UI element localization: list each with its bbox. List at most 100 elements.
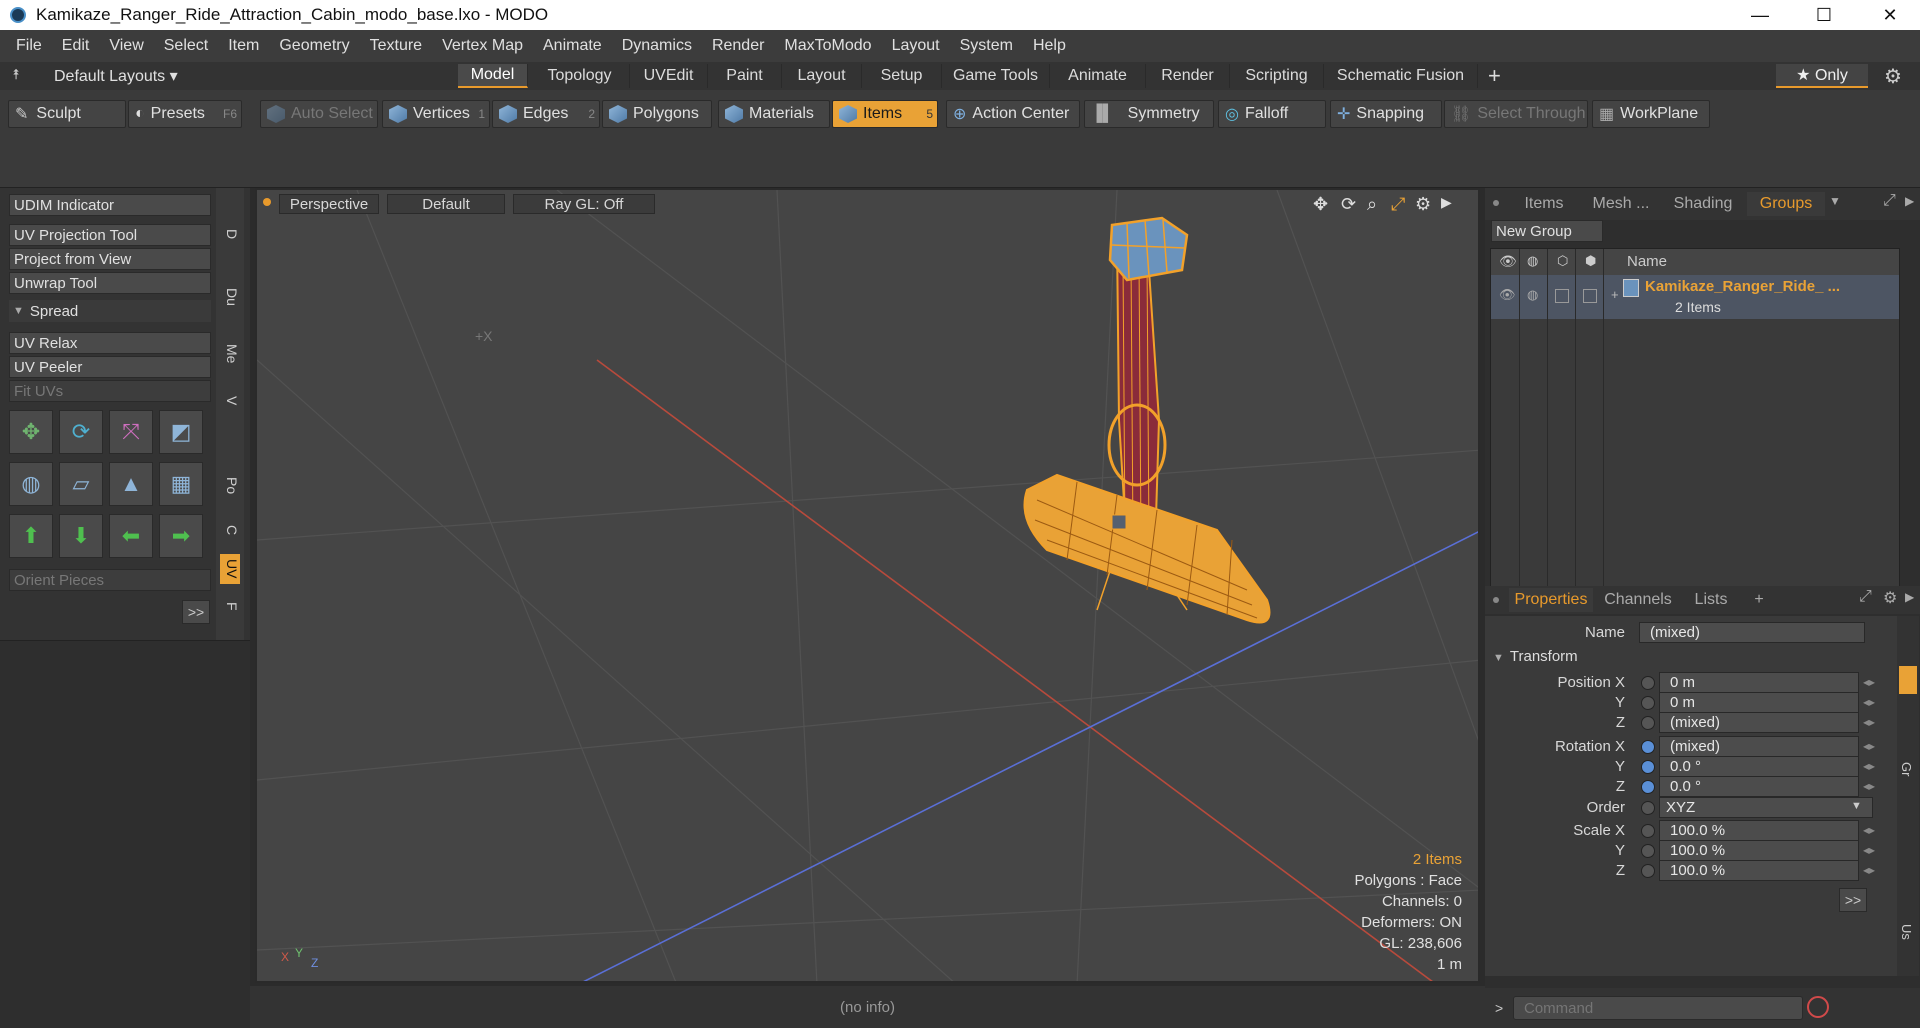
orient-pieces-button[interactable]: Orient Pieces <box>9 569 211 591</box>
select-toggle-icon[interactable]: ⬢ <box>1585 253 1596 269</box>
spread-section[interactable]: ▼ Spread <box>9 300 211 322</box>
grid-project-icon[interactable]: ▦ <box>159 462 203 506</box>
menu-file[interactable]: File <box>6 37 52 55</box>
menu-render[interactable]: Render <box>702 37 774 55</box>
tab-scripting[interactable]: Scripting <box>1230 64 1324 88</box>
unwrap-tool-button[interactable]: Unwrap Tool <box>9 272 211 294</box>
arrow-down-icon[interactable]: ⬇ <box>59 514 103 558</box>
scale-uv-tool-icon[interactable]: ⤧ <box>109 410 153 454</box>
move-uv-tool-icon[interactable]: ✥ <box>9 410 53 454</box>
stepper-icon[interactable]: ◂▸ <box>1863 759 1875 773</box>
gear-icon[interactable]: ⚙ <box>1884 64 1902 89</box>
snapping-button[interactable]: ✛ Snapping <box>1330 100 1442 128</box>
tab-dropdown-arrow-icon[interactable]: ▼ <box>1829 194 1841 208</box>
add-tab-button[interactable]: + <box>1488 63 1501 89</box>
vertices-button[interactable]: Vertices 1 <box>382 100 490 128</box>
arrow-left-icon[interactable]: ⬅ <box>109 514 153 558</box>
props-expand-icon[interactable]: ⤢ <box>1859 588 1872 606</box>
rotation-z-field[interactable]: 0.0 ° <box>1659 776 1859 797</box>
props-menu-arrow-icon[interactable]: ▶ <box>1905 590 1914 604</box>
tab-schematic-fusion[interactable]: Schematic Fusion <box>1324 64 1478 88</box>
record-icon[interactable] <box>1807 996 1829 1018</box>
tab-layout[interactable]: Layout <box>782 64 862 88</box>
stepper-icon[interactable]: ◂▸ <box>1863 695 1875 709</box>
wireframe-model[interactable] <box>1023 216 1271 624</box>
menu-vertex-map[interactable]: Vertex Map <box>432 37 533 55</box>
add-props-tab-button[interactable]: + <box>1747 588 1771 612</box>
stepper-icon[interactable]: ◂▸ <box>1863 675 1875 689</box>
row-expand-icon[interactable]: + <box>1611 287 1619 302</box>
position-z-field[interactable]: (mixed) <box>1659 712 1859 733</box>
orbit-icon[interactable]: ⟳ <box>1341 194 1356 215</box>
vtab-f[interactable]: F <box>220 594 240 618</box>
rotation-x-field[interactable]: (mixed) <box>1659 736 1859 757</box>
shading-dropdown[interactable]: Default <box>387 194 505 214</box>
edges-button[interactable]: Edges 2 <box>492 100 600 128</box>
sphere-project-icon[interactable]: ◍ <box>9 462 53 506</box>
only-toggle[interactable]: ★ Only <box>1776 64 1868 88</box>
menu-edit[interactable]: Edit <box>52 37 100 55</box>
cylinder-project-icon[interactable]: ▲ <box>109 462 153 506</box>
tab-shading[interactable]: Shading <box>1663 192 1743 216</box>
order-dropdown[interactable]: XYZ <box>1659 797 1873 818</box>
transform-section[interactable]: ▼ Transform <box>1493 648 1578 665</box>
materials-button[interactable]: Materials <box>718 100 830 128</box>
zoom-icon[interactable]: ⌕ <box>1367 194 1377 215</box>
minimize-button[interactable]: — <box>1732 0 1788 30</box>
stepper-icon[interactable]: ◂▸ <box>1863 739 1875 753</box>
close-button[interactable]: ✕ <box>1862 0 1918 30</box>
position-y-field[interactable]: 0 m <box>1659 692 1859 713</box>
pan-icon[interactable]: ✥ <box>1313 194 1328 215</box>
collapse-arrow-icon[interactable]: ⯭ <box>12 66 20 83</box>
view-mode-dropdown[interactable]: Perspective <box>279 194 379 214</box>
tab-properties[interactable]: Properties <box>1509 588 1593 612</box>
tab-uvedit[interactable]: UVEdit <box>630 64 708 88</box>
tab-items[interactable]: Items <box>1509 192 1579 216</box>
props-gear-icon[interactable]: ⚙ <box>1883 588 1897 608</box>
action-center-button[interactable]: ⊕ Action Center <box>946 100 1080 128</box>
stepper-icon[interactable]: ◂▸ <box>1863 823 1875 837</box>
select-through-button[interactable]: ⛓ Select Through <box>1444 100 1588 128</box>
side-tab-us[interactable]: Us <box>1899 924 1914 940</box>
planar-project-icon[interactable]: ▱ <box>59 462 103 506</box>
menu-item[interactable]: Item <box>218 37 269 55</box>
sculpt-button[interactable]: ✎ Sculpt <box>8 100 126 128</box>
scale-y-field[interactable]: 100.0 % <box>1659 840 1859 861</box>
menu-select[interactable]: Select <box>154 37 218 55</box>
group-row[interactable]: 👁 ◍ + Kamikaze_Ranger_Ride_ ... 2 Items <box>1491 275 1899 319</box>
more-tools-button[interactable]: >> <box>182 600 210 624</box>
menu-view[interactable]: View <box>99 37 153 55</box>
transform-uv-tool-icon[interactable]: ◩ <box>159 410 203 454</box>
side-tab-gr[interactable]: Gr <box>1899 762 1914 776</box>
scale-x-field[interactable]: 100.0 % <box>1659 820 1859 841</box>
stepper-icon[interactable]: ◂▸ <box>1863 715 1875 729</box>
row-eye-icon[interactable]: 👁 <box>1499 287 1516 303</box>
position-x-field[interactable]: 0 m <box>1659 672 1859 693</box>
uv-relax-button[interactable]: UV Relax <box>9 332 211 354</box>
visibility-eye-icon[interactable]: 👁 <box>1499 253 1517 270</box>
scale-z-field[interactable]: 100.0 % <box>1659 860 1859 881</box>
uv-peeler-button[interactable]: UV Peeler <box>9 356 211 378</box>
vtab-po[interactable]: Po <box>220 468 240 504</box>
tab-paint[interactable]: Paint <box>708 64 782 88</box>
panel-menu-arrow-icon[interactable]: ▶ <box>1905 194 1914 208</box>
stepper-icon[interactable]: ◂▸ <box>1863 779 1875 793</box>
row-select-checkbox[interactable] <box>1583 289 1597 303</box>
vtab-c[interactable]: C <box>220 518 240 542</box>
stepper-icon[interactable]: ◂▸ <box>1863 863 1875 877</box>
rotate-uv-tool-icon[interactable]: ⟳ <box>59 410 103 454</box>
more-properties-button[interactable]: >> <box>1839 888 1867 912</box>
project-from-view-button[interactable]: Project from View <box>9 248 211 270</box>
vtab-du[interactable]: Du <box>220 280 240 314</box>
vtab-uv[interactable]: UV <box>220 554 240 584</box>
symmetry-button[interactable]: ▐▌ Symmetry <box>1084 100 1214 128</box>
tab-model[interactable]: Model <box>458 64 528 88</box>
vtab-me[interactable]: Me <box>220 336 240 372</box>
maximize-viewport-icon[interactable]: ⤢ <box>1391 194 1405 215</box>
menu-help[interactable]: Help <box>1023 37 1076 55</box>
udim-indicator-button[interactable]: UDIM Indicator <box>9 194 211 216</box>
dropdown-arrow-icon[interactable]: ▼ <box>1851 800 1862 812</box>
vtab-d[interactable]: D <box>220 220 240 248</box>
row-lock-checkbox[interactable] <box>1555 289 1569 303</box>
menu-texture[interactable]: Texture <box>360 37 432 55</box>
